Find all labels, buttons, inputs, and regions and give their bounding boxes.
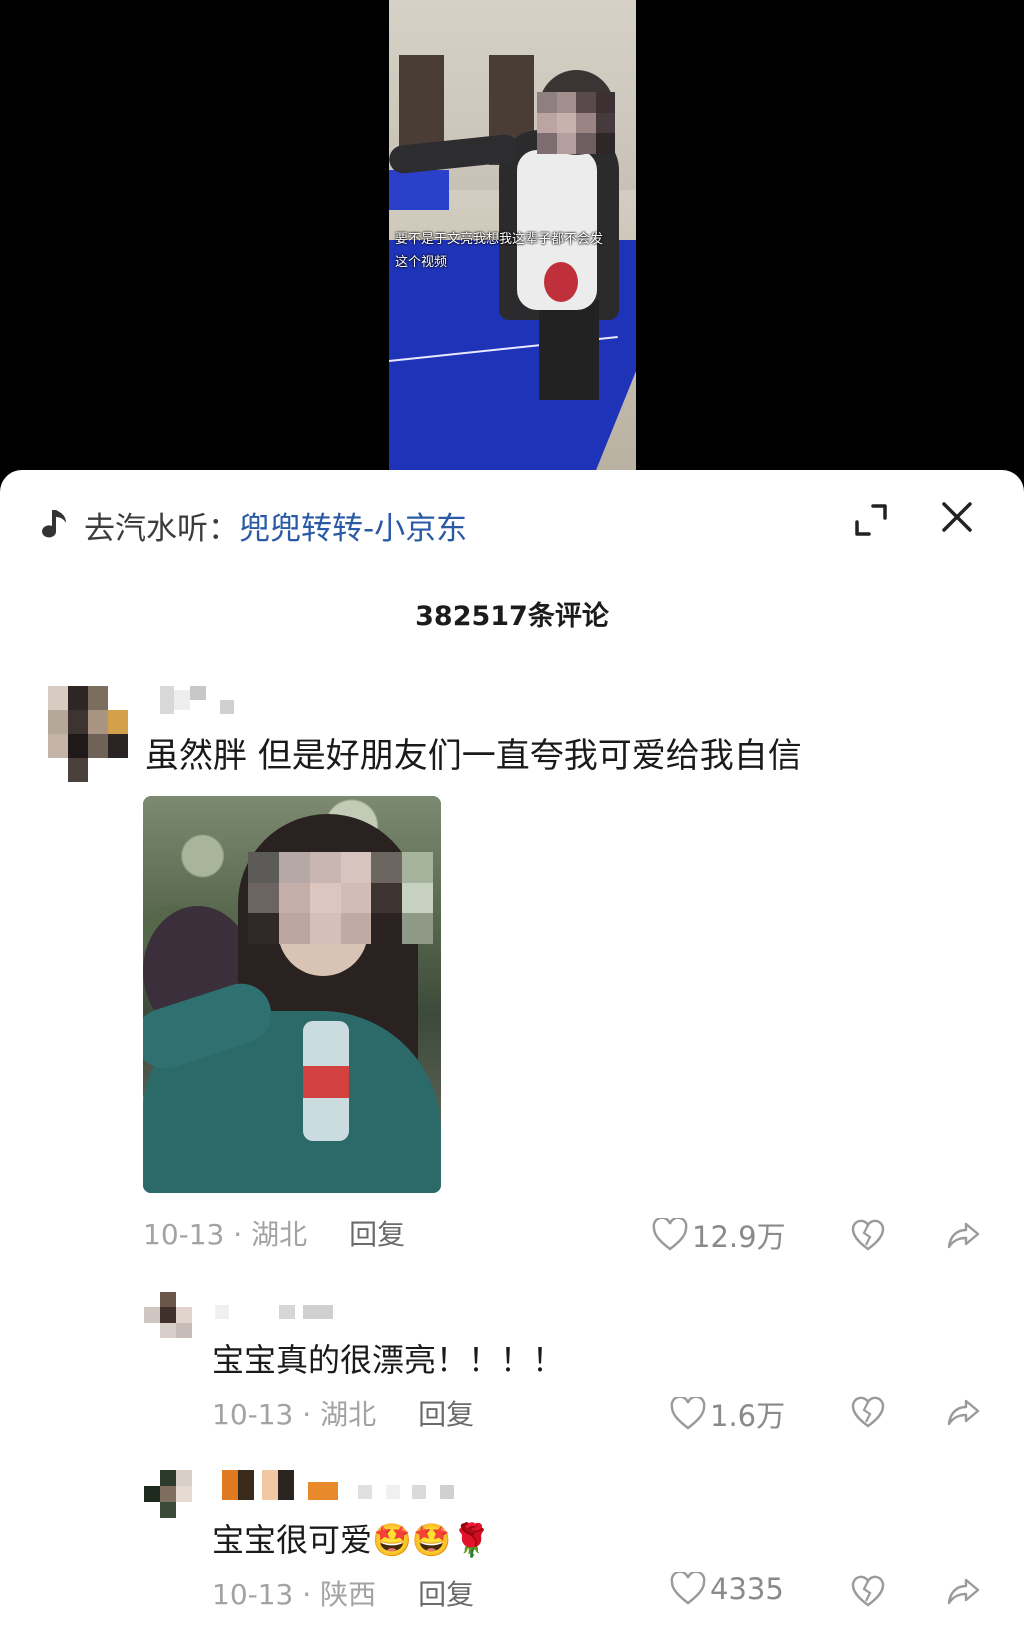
video-frame: 要不是于文亮我想我这辈子都不会发这个视频 [389, 0, 636, 480]
share-arrow-icon[interactable] [946, 1394, 982, 1430]
like-count: 12.9万 [692, 1220, 786, 1254]
reply-button[interactable]: 回复 [349, 1213, 405, 1253]
comment-meta: 10-13 · 陕西 回复 [212, 1573, 474, 1613]
comment-date: 10-13 · 湖北 [143, 1218, 308, 1251]
like-button[interactable]: 4335 [670, 1572, 784, 1606]
close-icon[interactable] [940, 500, 974, 534]
comment-text: 宝宝真的很漂亮！！！！ [212, 1341, 565, 1379]
share-arrow-icon[interactable] [946, 1217, 982, 1253]
username-mosaic[interactable] [160, 686, 234, 714]
comment-photo[interactable] [143, 796, 441, 1193]
heart-icon [652, 1218, 688, 1251]
music-note-icon [42, 510, 66, 538]
video-player[interactable]: 要不是于文亮我想我这辈子都不会发这个视频 [0, 0, 1024, 480]
broken-heart-icon[interactable] [850, 1573, 886, 1609]
reply-button[interactable]: 回复 [418, 1573, 474, 1613]
broken-heart-icon[interactable] [850, 1217, 886, 1253]
like-button[interactable]: 12.9万 [652, 1214, 786, 1256]
avatar[interactable] [144, 1470, 192, 1518]
comment-date: 10-13 · 陕西 [212, 1578, 377, 1611]
video-caption: 要不是于文亮我想我这辈子都不会发这个视频 [395, 232, 604, 270]
music-title[interactable]: 兜兜转转-小京东 [239, 503, 467, 548]
video-back-table [389, 170, 449, 210]
video-face-mosaic [537, 92, 615, 154]
username-mosaic[interactable] [215, 1305, 333, 1319]
comment-text: 虽然胖 但是好朋友们一直夸我可爱给我自信 [145, 736, 802, 776]
username-mosaic[interactable] [222, 1470, 454, 1500]
share-arrow-icon[interactable] [946, 1573, 982, 1609]
comment-count: 382517条评论 [415, 601, 609, 632]
comment-text: 宝宝很可爱🤩🤩🌹 [212, 1521, 492, 1559]
comment-meta: 10-13 · 湖北 回复 [143, 1213, 405, 1253]
broken-heart-icon[interactable] [850, 1394, 886, 1430]
like-button[interactable]: 1.6万 [670, 1393, 785, 1435]
video-person-legs [539, 300, 599, 400]
avatar[interactable] [144, 1292, 192, 1338]
heart-icon [670, 1572, 706, 1605]
expand-icon[interactable] [853, 502, 889, 538]
reply-button[interactable]: 回复 [418, 1393, 474, 1433]
music-link[interactable]: 去汽水听： 兜兜转转-小京东 [42, 500, 467, 550]
photo-bottle-label [303, 1066, 349, 1098]
avatar[interactable] [48, 686, 128, 782]
like-count: 4335 [710, 1572, 784, 1606]
like-count: 1.6万 [710, 1399, 786, 1433]
comment-date: 10-13 · 湖北 [212, 1398, 377, 1431]
photo-face-mosaic [248, 852, 433, 944]
comment-meta: 10-13 · 湖北 回复 [212, 1393, 474, 1433]
music-prefix: 去汽水听： [84, 510, 239, 547]
heart-icon [670, 1397, 706, 1430]
